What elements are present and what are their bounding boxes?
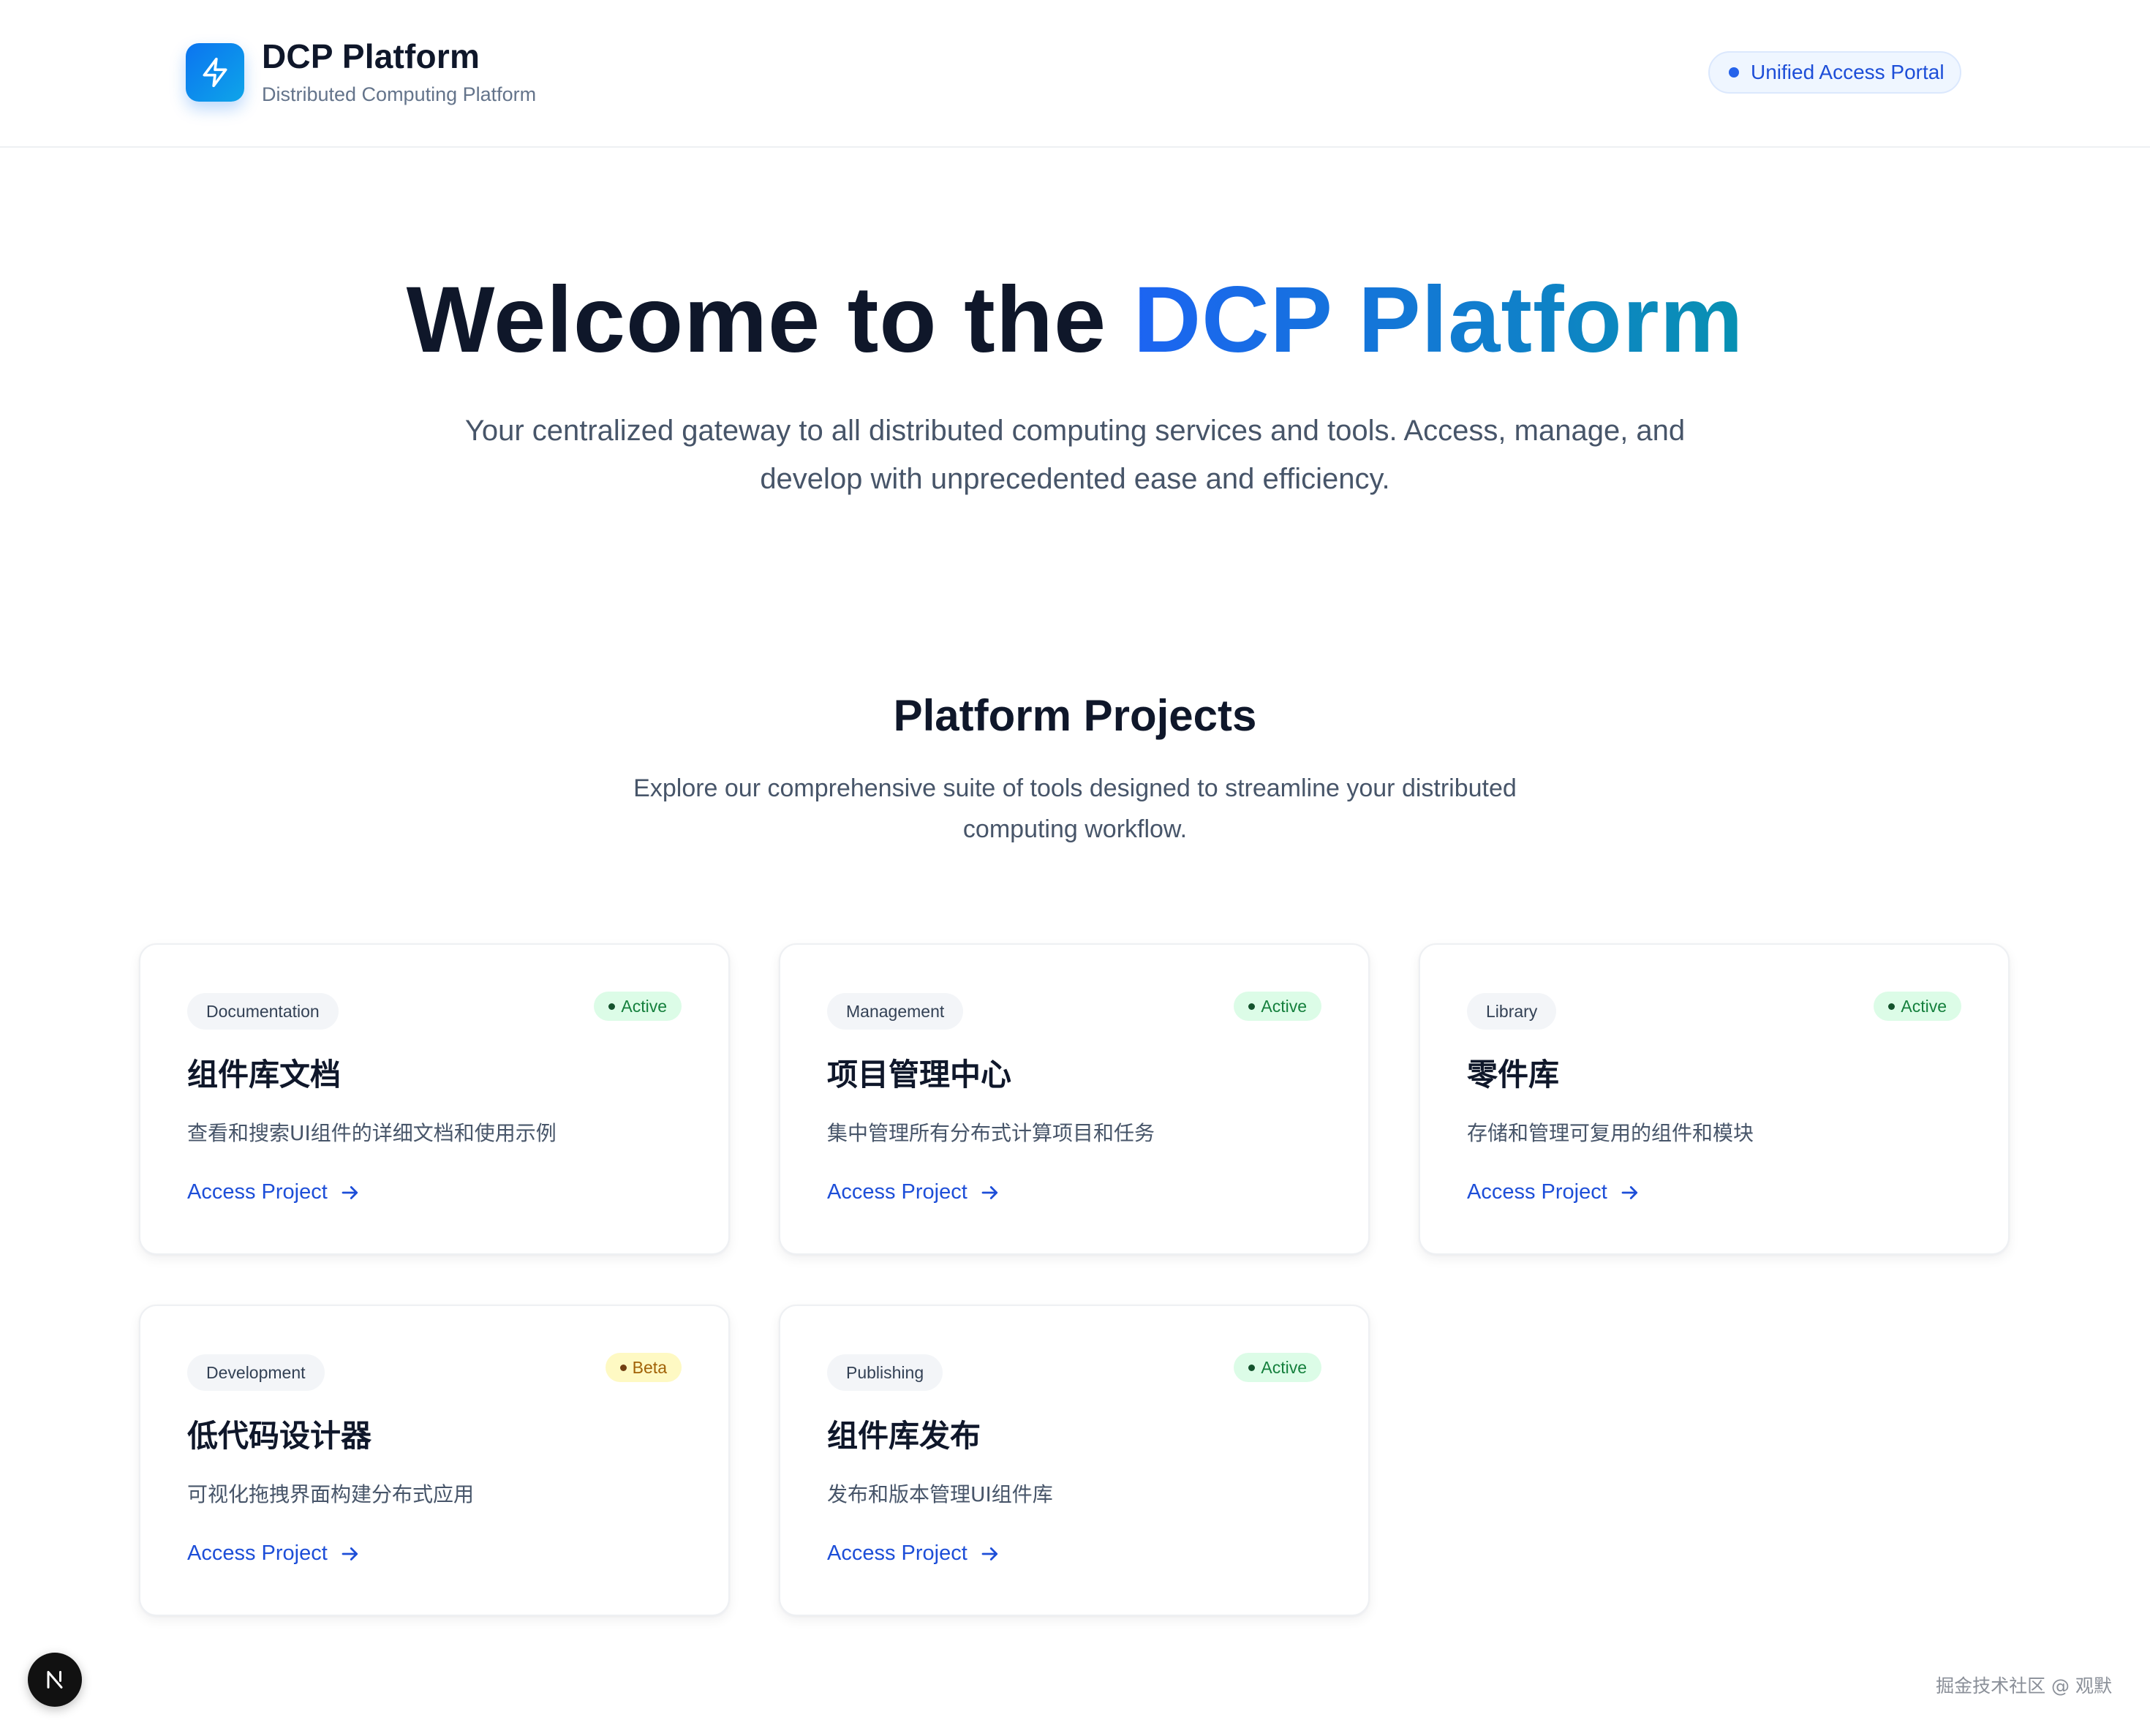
- status-label: Active: [621, 997, 667, 1016]
- brand-subtitle: Distributed Computing Platform: [262, 83, 537, 105]
- status-badge: Active: [1874, 992, 1961, 1021]
- access-project-label: Access Project: [187, 1180, 328, 1204]
- access-project-label: Access Project: [827, 1541, 968, 1565]
- access-project-link[interactable]: Access Project: [187, 1180, 361, 1204]
- access-project-link[interactable]: Access Project: [827, 1541, 1001, 1566]
- hero-title: Welcome to the DCP Platform: [0, 269, 2150, 371]
- top-header: DCP Platform Distributed Computing Platf…: [0, 0, 2150, 148]
- watermark: 掘金技术社区 @ 观默: [1936, 1675, 2112, 1697]
- category-tag: Documentation: [187, 993, 339, 1030]
- hero-subtitle: Your centralized gateway to all distribu…: [464, 415, 1686, 495]
- n-logo-icon: [47, 1671, 63, 1688]
- section-title: Platform Projects: [893, 691, 1257, 740]
- status-label: Beta: [632, 1358, 667, 1377]
- status-badge: Active: [594, 992, 682, 1021]
- status-label: Active: [1261, 997, 1307, 1016]
- card-title: 项目管理中心: [827, 1057, 1012, 1092]
- project-card-documentation[interactable]: Documentation Active 组件库文档 查看和搜索UI组件的详细文…: [139, 943, 730, 1255]
- category-tag: Publishing: [827, 1354, 943, 1391]
- brand-title: DCP Platform: [262, 37, 480, 75]
- card-description: 发布和版本管理UI组件库: [827, 1482, 1053, 1506]
- project-card-library[interactable]: Library Active 零件库 存储和管理可复用的组件和模块 Access…: [1419, 943, 2010, 1255]
- category-tag: Management: [827, 993, 964, 1030]
- status-dot-icon: [1248, 1364, 1256, 1371]
- card-description: 查看和搜索UI组件的详细文档和使用示例: [187, 1121, 557, 1145]
- arrow-right-icon: [1621, 1185, 1637, 1199]
- arrow-right-icon: [342, 1547, 358, 1560]
- access-project-label: Access Project: [827, 1180, 968, 1204]
- status-dot-icon: [608, 1003, 616, 1010]
- arrow-right-icon: [981, 1185, 997, 1199]
- access-project-link[interactable]: Access Project: [187, 1541, 361, 1566]
- card-title: 低代码设计器: [187, 1418, 372, 1454]
- project-card-publishing[interactable]: Publishing Active 组件库发布 发布和版本管理UI组件库 Acc…: [779, 1305, 1370, 1616]
- card-description: 集中管理所有分布式计算项目和任务: [827, 1121, 1155, 1145]
- access-project-label: Access Project: [187, 1541, 328, 1565]
- status-label: Active: [1901, 997, 1947, 1016]
- category-tag: Development: [187, 1354, 325, 1391]
- card-title: 零件库: [1467, 1057, 1560, 1092]
- status-dot-icon: [1888, 1003, 1896, 1010]
- lightning-bolt-icon: [203, 57, 227, 88]
- status-dot-icon: [619, 1364, 627, 1371]
- section-subtitle: Explore our comprehensive suite of tools…: [633, 774, 1517, 843]
- status-dot-icon: [1248, 1003, 1256, 1010]
- hero-title-prefix: Welcome to the: [406, 268, 1134, 372]
- status-dot-icon: [1729, 67, 1739, 78]
- category-tag: Library: [1467, 993, 1557, 1030]
- card-title: 组件库发布: [827, 1418, 981, 1454]
- status-badge: Active: [1234, 992, 1321, 1021]
- logo[interactable]: [186, 43, 244, 102]
- arrow-right-icon: [981, 1547, 997, 1560]
- status-label: Active: [1261, 1358, 1307, 1377]
- project-card-management[interactable]: Management Active 项目管理中心 集中管理所有分布式计算项目和任…: [779, 943, 1370, 1255]
- access-project-link[interactable]: Access Project: [1467, 1180, 1641, 1204]
- portal-badge-label: Unified Access Portal: [1751, 61, 1945, 83]
- access-project-link[interactable]: Access Project: [827, 1180, 1001, 1204]
- nextjs-dev-indicator-button[interactable]: [28, 1653, 82, 1707]
- card-title: 组件库文档: [187, 1057, 342, 1092]
- access-project-label: Access Project: [1467, 1180, 1607, 1204]
- arrow-right-icon: [342, 1185, 358, 1199]
- card-description: 可视化拖拽界面构建分布式应用: [187, 1482, 475, 1506]
- unified-access-portal-badge[interactable]: Unified Access Portal: [1708, 51, 1961, 94]
- card-description: 存储和管理可复用的组件和模块: [1467, 1121, 1754, 1145]
- hero-title-accent: DCP Platform: [1133, 268, 1744, 372]
- status-badge: Active: [1234, 1353, 1321, 1382]
- status-badge: Beta: [605, 1353, 682, 1382]
- project-card-development[interactable]: Development Beta 低代码设计器 可视化拖拽界面构建分布式应用 A…: [139, 1305, 730, 1616]
